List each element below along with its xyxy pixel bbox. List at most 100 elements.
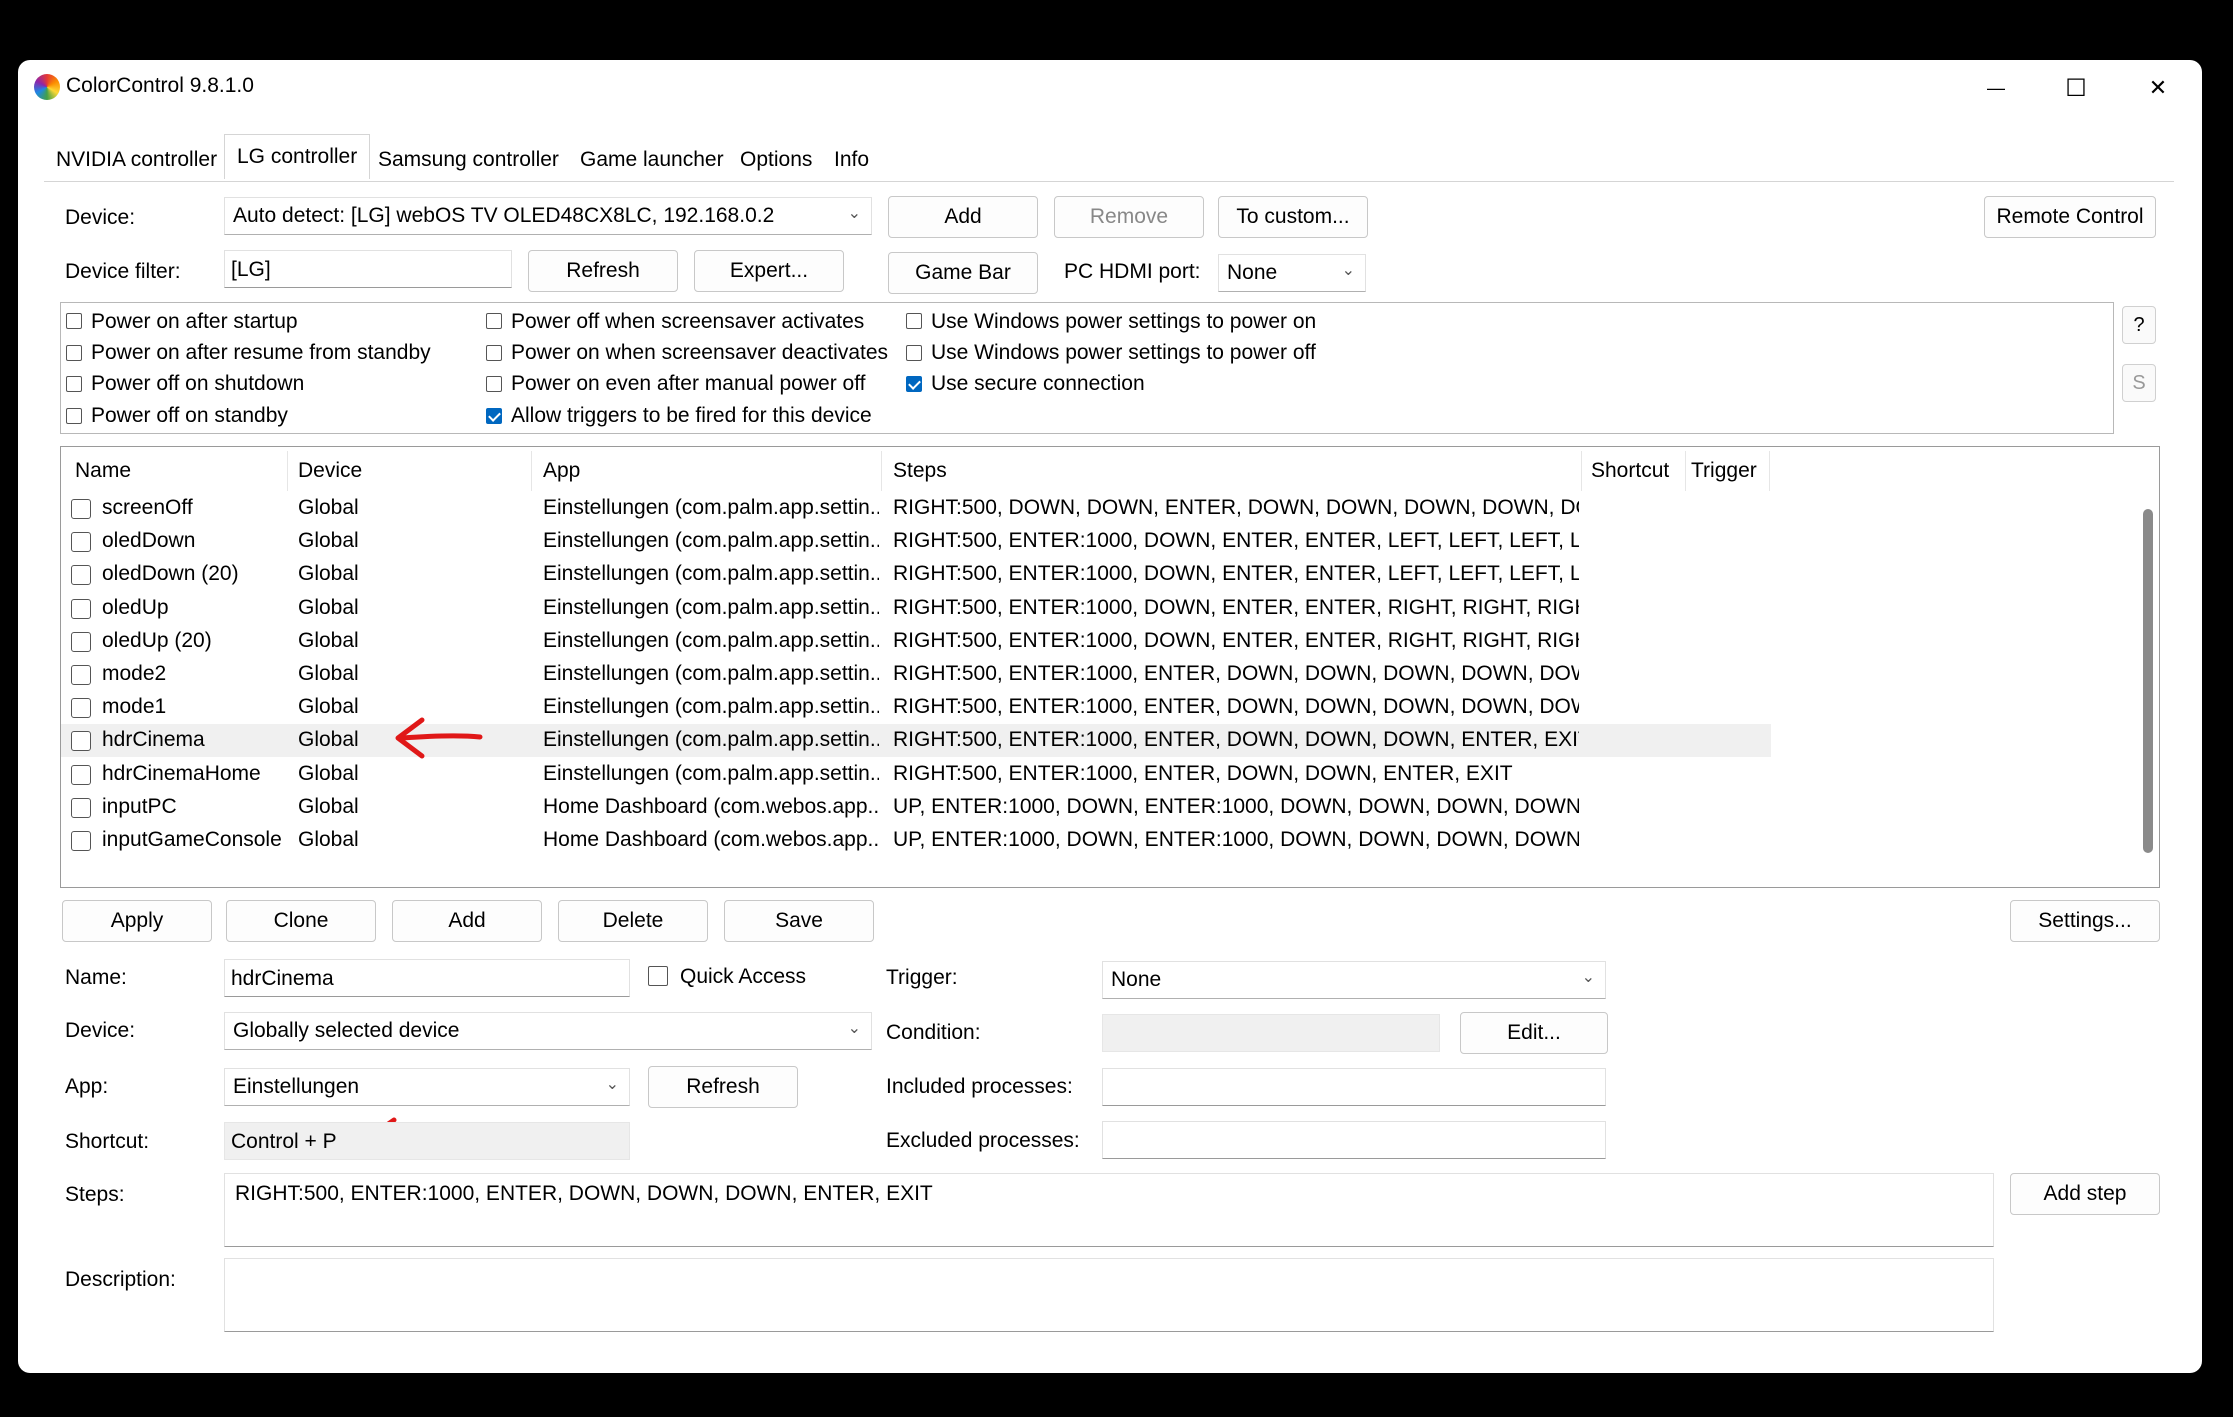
quick-access-checkbox[interactable] <box>648 966 668 986</box>
table-row[interactable]: oledUp Global Einstellungen (com.palm.app.… <box>61 592 1771 625</box>
edit-condition-button[interactable]: Edit... <box>1460 1012 1608 1054</box>
column-header-name[interactable]: Name <box>75 459 131 483</box>
power-on-screensaver-checkbox[interactable] <box>486 345 502 361</box>
chevron-down-icon: ⌄ <box>1581 969 1595 986</box>
preset-device-select[interactable]: Globally selected device ⌄ <box>224 1012 872 1050</box>
expert-button[interactable]: Expert... <box>694 250 844 292</box>
name-input[interactable]: hdrCinema <box>224 959 630 997</box>
row-checkbox[interactable] <box>71 665 91 685</box>
power-on-after-resume-checkbox[interactable] <box>66 345 82 361</box>
tab-nvidia-controller[interactable]: NVIDIA controller <box>46 140 227 180</box>
table-row[interactable]: oledDown (20) Global Einstellungen (com.pa… <box>61 558 1771 591</box>
windows-power-off-checkbox[interactable] <box>906 345 922 361</box>
steps-textarea[interactable]: RIGHT:500, ENTER:1000, ENTER, DOWN, DOWN… <box>224 1173 1994 1247</box>
row-checkbox[interactable] <box>71 698 91 719</box>
name-label: Name: <box>65 966 127 989</box>
tab-samsung-controller[interactable]: Samsung controller <box>368 140 569 180</box>
table-row[interactable]: mode2 Global Einstellungen (com.palm.app.s… <box>61 658 1771 691</box>
row-checkbox[interactable] <box>71 565 91 586</box>
close-button[interactable]: ✕ <box>2128 68 2188 108</box>
row-checkbox[interactable] <box>71 831 91 851</box>
tab-options[interactable]: Options <box>730 140 822 180</box>
settings-button[interactable]: Settings... <box>2010 900 2160 942</box>
tab-lg-controller[interactable]: LG controller <box>224 134 371 179</box>
refresh-devices-button[interactable]: Refresh <box>528 250 678 292</box>
add-step-button[interactable]: Add step <box>2010 1173 2160 1215</box>
column-header-shortcut[interactable]: Shortcut <box>1591 459 1669 483</box>
column-header-trigger[interactable]: Trigger <box>1691 459 1757 483</box>
remove-device-button[interactable]: Remove <box>1054 196 1204 238</box>
refresh-apps-button[interactable]: Refresh <box>648 1066 798 1108</box>
column-separator <box>1581 451 1582 491</box>
column-separator <box>1769 451 1770 491</box>
condition-input[interactable] <box>1102 1014 1440 1052</box>
window-title: ColorControl 9.8.1.0 <box>66 74 254 97</box>
column-header-steps[interactable]: Steps <box>893 459 947 483</box>
apply-button[interactable]: Apply <box>62 900 212 942</box>
table-row[interactable]: oledUp (20) Global Einstellungen (com.palm… <box>61 625 1771 658</box>
allow-triggers-checkbox[interactable] <box>486 408 502 424</box>
table-row[interactable]: screenOff Global Einstellungen (com.palm.a… <box>61 492 1771 525</box>
device-select[interactable]: Auto detect: [LG] webOS TV OLED48CX8LC, … <box>224 197 872 235</box>
table-row[interactable]: inputGameConsole Global Home Dashboard (co… <box>61 824 1771 857</box>
power-on-after-resume-label: Power on after resume from standby <box>91 341 431 364</box>
row-checkbox[interactable] <box>71 532 91 553</box>
column-header-device[interactable]: Device <box>298 459 362 483</box>
scrollbar-thumb[interactable] <box>2143 509 2153 853</box>
game-bar-button[interactable]: Game Bar <box>888 252 1038 294</box>
preset-device-label: Device: <box>65 1019 136 1042</box>
power-on-after-startup-checkbox[interactable] <box>66 313 82 329</box>
use-secure-connection-checkbox[interactable] <box>906 376 922 392</box>
table-row[interactable]: hdrCinema Global Einstellungen (com.palm.a… <box>61 724 1771 758</box>
power-off-on-shutdown-checkbox[interactable] <box>66 376 82 392</box>
add-device-button[interactable]: Add <box>888 196 1038 238</box>
pc-hdmi-port-select[interactable]: None ⌄ <box>1218 254 1366 292</box>
minimize-button[interactable]: — <box>1966 68 2026 108</box>
power-off-on-standby-checkbox[interactable] <box>66 408 82 424</box>
close-icon: ✕ <box>2148 75 2168 100</box>
column-separator <box>1685 451 1686 491</box>
description-textarea[interactable] <box>224 1258 1994 1332</box>
cell-device: Global <box>298 761 359 785</box>
presets-scrollbar[interactable] <box>2137 447 2159 887</box>
cell-steps: RIGHT:500, ENTER:1000, DOWN, ENTER, ENTE… <box>893 628 1579 652</box>
table-row[interactable]: inputPC Global Home Dashboard (com.webos.a… <box>61 791 1771 824</box>
shortcut-input[interactable]: Control + P <box>224 1122 630 1160</box>
save-preset-button[interactable]: Save <box>724 900 874 942</box>
chevron-down-icon: ⌄ <box>605 1076 619 1093</box>
row-checkbox[interactable] <box>71 631 91 652</box>
cell-app: Einstellungen (com.palm.app.settin... <box>543 595 879 619</box>
row-checkbox[interactable] <box>71 499 91 519</box>
remote-control-button[interactable]: Remote Control <box>1984 196 2156 238</box>
table-row[interactable]: oledDown Global Einstellungen (com.palm.ap… <box>61 525 1771 558</box>
delete-preset-button[interactable]: Delete <box>558 900 708 942</box>
tab-game-launcher[interactable]: Game launcher <box>570 140 734 180</box>
power-off-screensaver-checkbox[interactable] <box>486 313 502 329</box>
row-checkbox[interactable] <box>71 764 91 785</box>
to-custom-button[interactable]: To custom... <box>1218 196 1368 238</box>
colorcontrol-logo-icon <box>34 74 60 100</box>
s-button[interactable]: S <box>2122 364 2156 402</box>
row-checkbox[interactable] <box>71 797 91 818</box>
row-checkbox[interactable] <box>71 598 91 619</box>
excluded-processes-input[interactable] <box>1102 1121 1606 1159</box>
cell-steps: RIGHT:500, ENTER:1000, DOWN, ENTER, ENTE… <box>893 595 1579 619</box>
power-on-after-manual-off-checkbox[interactable] <box>486 376 502 392</box>
maximize-button[interactable]: ☐ <box>2046 68 2106 108</box>
table-row[interactable]: mode1 Global Einstellungen (com.palm.app.s… <box>61 691 1771 724</box>
device-filter-label: Device filter: <box>65 260 181 283</box>
app-select[interactable]: Einstellungen ⌄ <box>224 1068 630 1106</box>
add-preset-button[interactable]: Add <box>392 900 542 942</box>
row-checkbox[interactable] <box>71 731 91 752</box>
title-bar[interactable]: ColorControl 9.8.1.0 — ☐ ✕ <box>18 60 2202 116</box>
help-button[interactable]: ? <box>2122 306 2156 344</box>
power-off-screensaver-label: Power off when screensaver activates <box>511 310 865 333</box>
tab-info[interactable]: Info <box>824 140 879 180</box>
table-row[interactable]: hdrCinemaHome Global Einstellungen (com.pa… <box>61 758 1771 791</box>
clone-button[interactable]: Clone <box>226 900 376 942</box>
windows-power-on-checkbox[interactable] <box>906 313 922 329</box>
trigger-select[interactable]: None ⌄ <box>1102 961 1606 999</box>
device-filter-input[interactable]: [LG] <box>224 250 512 288</box>
column-header-app[interactable]: App <box>543 459 580 483</box>
included-processes-input[interactable] <box>1102 1068 1606 1106</box>
